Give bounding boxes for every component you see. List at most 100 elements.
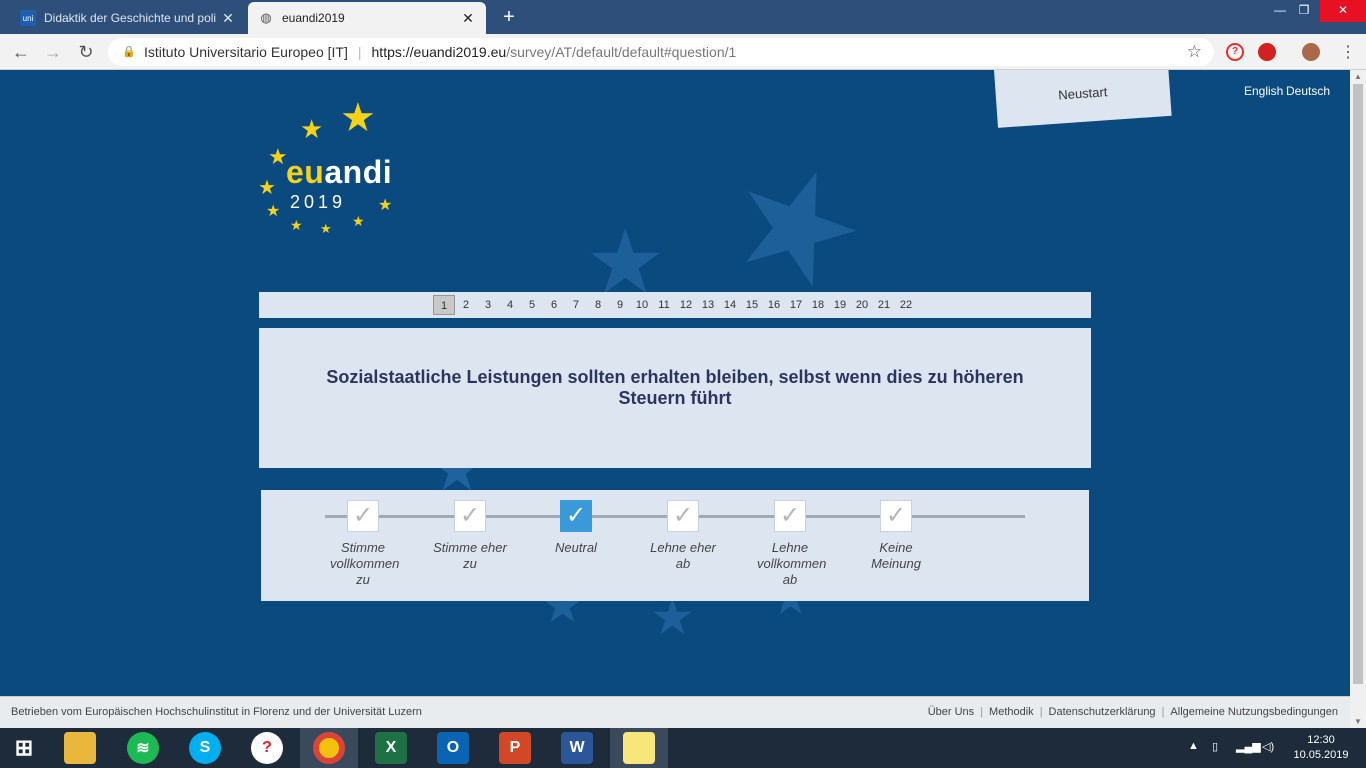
forward-icon[interactable]: → (42, 41, 64, 63)
logo-year: 2019 (290, 192, 347, 212)
footer-link-privacy[interactable]: Datenschutzerklärung (1049, 706, 1156, 718)
checkmark-icon[interactable]: ✓ (560, 500, 592, 532)
logo-star-icon: ★ (300, 114, 324, 144)
question-nav-item-14[interactable]: 14 (719, 295, 741, 315)
question-nav-item-8[interactable]: 8 (587, 295, 609, 315)
skype-icon[interactable]: S (189, 732, 221, 764)
tray-wifi-icon[interactable]: ▂▄▆ (1236, 740, 1261, 753)
page-scrollbar[interactable]: ▲ ▼ (1350, 70, 1366, 728)
checkmark-icon[interactable]: ✓ (774, 500, 806, 532)
answer-option[interactable]: ✓ Stimme vollkommen zu (318, 500, 408, 588)
question-nav-item-3[interactable]: 3 (477, 295, 499, 315)
tray-network-icon[interactable]: ▯ (1212, 740, 1218, 753)
browser-toolbar: ← → ↻ 🔒 Istituto Universitario Europeo [… (0, 34, 1366, 70)
checkmark-icon[interactable]: ✓ (347, 500, 379, 532)
logo-star-icon: ★ (290, 217, 303, 233)
question-nav-item-5[interactable]: 5 (521, 295, 543, 315)
answer-option[interactable]: ✓ Lehne eher ab (638, 500, 728, 572)
browser-tab-bar: uni Didaktik der Geschichte und poli ✕ ◍… (0, 0, 1366, 34)
tray-chevron-icon[interactable]: ▲ (1188, 740, 1199, 752)
question-nav-item-21[interactable]: 21 (873, 295, 895, 315)
word-icon[interactable]: W (561, 732, 593, 764)
extension-icon[interactable] (1258, 43, 1276, 61)
logo-star-icon: ★ (352, 213, 365, 229)
question-nav-item-11[interactable]: 11 (653, 295, 675, 315)
footer-link-methodology[interactable]: Methodik (989, 706, 1034, 718)
tray-volume-icon[interactable]: ◁) (1262, 740, 1274, 753)
question-nav-item-7[interactable]: 7 (565, 295, 587, 315)
question-nav-item-10[interactable]: 10 (631, 295, 653, 315)
question-nav-item-15[interactable]: 15 (741, 295, 763, 315)
question-nav-item-17[interactable]: 17 (785, 295, 807, 315)
reload-icon[interactable]: ↻ (75, 41, 97, 63)
sticky-notes-icon[interactable] (623, 732, 655, 764)
question-nav-item-4[interactable]: 4 (499, 295, 521, 315)
address-separator: | (357, 44, 362, 60)
question-nav-item-9[interactable]: 9 (609, 295, 631, 315)
answer-option-label: Stimme vollkommen zu (330, 540, 400, 587)
restart-button[interactable]: Neustart (994, 70, 1172, 128)
logo-star-icon: ★ (320, 221, 332, 236)
menu-dots-icon[interactable]: ⋮ (1340, 42, 1356, 62)
footer-operator-text: Betrieben vom Europäischen Hochschulinst… (11, 706, 422, 718)
lock-icon: 🔒 (122, 46, 136, 58)
checkmark-icon[interactable]: ✓ (454, 500, 486, 532)
answer-option-label: Keine Meinung (871, 540, 921, 571)
footer-separator: | (1039, 706, 1043, 718)
question-nav-item-19[interactable]: 19 (829, 295, 851, 315)
question-nav-item-6[interactable]: 6 (543, 295, 565, 315)
question-nav-item-18[interactable]: 18 (807, 295, 829, 315)
logo-word-andi: andi (324, 154, 393, 190)
outlook-icon[interactable]: O (437, 732, 469, 764)
chrome-icon[interactable] (313, 732, 345, 764)
answer-option[interactable]: ✓ Stimme eher zu (425, 500, 515, 572)
question-nav-item-13[interactable]: 13 (697, 295, 719, 315)
file-explorer-icon[interactable] (64, 732, 96, 764)
question-text: Sozialstaatliche Leistungen sollten erha… (326, 367, 1024, 408)
extension-icon[interactable]: ? (1226, 43, 1244, 61)
opera-icon[interactable]: ? (251, 732, 283, 764)
tab-didaktik[interactable]: uni Didaktik der Geschichte und poli ✕ (10, 2, 246, 34)
logo-word-eu: eu (286, 154, 325, 190)
tab-close-icon[interactable]: ✕ (460, 10, 476, 27)
question-nav-item-1[interactable]: 1 (433, 295, 455, 315)
question-nav-item-22[interactable]: 22 (895, 295, 917, 315)
restore-icon[interactable]: ❐ (1284, 0, 1324, 22)
logo-wordmark: euandi (286, 154, 392, 191)
scroll-down-icon[interactable]: ▼ (1350, 717, 1366, 726)
footer-link-about[interactable]: Über Uns (928, 706, 974, 718)
site-organization: Istituto Universitario Europeo [IT] (144, 44, 348, 60)
question-nav-item-20[interactable]: 20 (851, 295, 873, 315)
question-nav-item-2[interactable]: 2 (455, 295, 477, 315)
window-close-icon[interactable]: ✕ (1320, 0, 1366, 22)
answer-option[interactable]: ✓ Keine Meinung (851, 500, 941, 572)
checkmark-icon[interactable]: ✓ (667, 500, 699, 532)
address-bar[interactable]: 🔒 Istituto Universitario Europeo [IT] | … (108, 38, 1214, 66)
answer-panel: ✓ Stimme vollkommen zu ✓ Stimme eher zu ✓ Neu… (261, 490, 1089, 601)
profile-avatar[interactable] (1302, 43, 1320, 61)
system-clock[interactable]: 12:30 10.05.2019 (1290, 733, 1352, 763)
windows-start-icon[interactable]: ⊞ (8, 732, 40, 764)
answer-option[interactable]: ✓ Lehne vollkommen ab (745, 500, 835, 588)
logo-star-icon: ★ (378, 197, 393, 214)
language-deutsch[interactable]: Deutsch (1286, 84, 1330, 98)
answer-option[interactable]: ✓ Neutral (531, 500, 621, 556)
back-icon[interactable]: ← (10, 41, 32, 63)
scrollbar-thumb[interactable] (1353, 84, 1363, 684)
tab-euandi[interactable]: ◍ euandi2019 ✕ (248, 2, 486, 34)
uni-wien-icon: uni (20, 10, 36, 26)
bookmark-star-icon[interactable]: ☆ (1187, 42, 1202, 62)
new-tab-button[interactable]: + (498, 6, 520, 28)
excel-icon[interactable]: X (375, 732, 407, 764)
tab-close-icon[interactable]: ✕ (220, 10, 236, 27)
spotify-icon[interactable]: ≋ (127, 732, 159, 764)
powerpoint-icon[interactable]: P (499, 732, 531, 764)
scroll-up-icon[interactable]: ▲ (1350, 72, 1366, 81)
language-english[interactable]: English (1244, 84, 1283, 98)
footer-separator: | (1161, 706, 1165, 718)
question-nav-item-12[interactable]: 12 (675, 295, 697, 315)
checkmark-icon[interactable]: ✓ (880, 500, 912, 532)
footer-links: Über Uns | Methodik | Datenschutzerkläru… (928, 706, 1338, 718)
question-nav-item-16[interactable]: 16 (763, 295, 785, 315)
footer-link-terms[interactable]: Allgemeine Nutzungsbedingungen (1170, 706, 1338, 718)
